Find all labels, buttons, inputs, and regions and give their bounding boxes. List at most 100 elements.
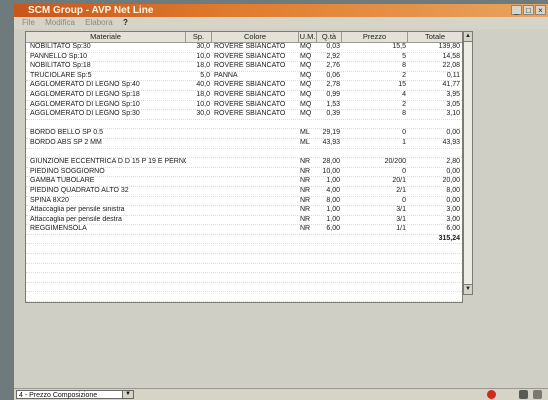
maximize-button[interactable]: □ xyxy=(523,5,534,15)
table-row[interactable]: SPINA 8X20 NR 8,00 0 0,00 xyxy=(26,197,462,207)
cell-totale: 0,00 xyxy=(446,196,460,204)
table-row[interactable]: REGGIMENSOLA NR 6,00 1/1 6,00 xyxy=(26,225,462,235)
cell-totale: 41,77 xyxy=(442,81,460,89)
menu-elabora[interactable]: Elabora xyxy=(85,18,113,27)
window-controls: _ □ × xyxy=(511,5,546,15)
grand-total-value: 315,24 xyxy=(438,234,460,242)
cell-um: MQ xyxy=(300,62,312,70)
chevron-down-icon[interactable]: ▼ xyxy=(122,391,133,398)
material-grid: Materiale Sp. Colore U.M. Q.tà Prezzo To… xyxy=(25,31,463,303)
empty-row[interactable] xyxy=(26,264,462,274)
cell-colore: ROVERE SBIANCATO xyxy=(214,43,286,50)
table-row[interactable]: Attaccaglia per pensile sinistra NR 1,00 3/… xyxy=(26,206,462,216)
cell-prezzo: 1 xyxy=(402,138,406,146)
menu-file[interactable]: File xyxy=(22,18,35,27)
table-row[interactable]: GIUNZIONE ECCENTRICA D D 15 P 19 E PERNO… xyxy=(26,158,462,168)
table-row[interactable] xyxy=(26,120,462,130)
cell-prezzo: 15 xyxy=(398,81,406,89)
cell-qta: 8,00 xyxy=(326,196,340,204)
cell-materiale: BORDO ABS SP 2 MM xyxy=(30,138,102,146)
save-icon[interactable] xyxy=(519,390,528,399)
cell-prezzo: 0 xyxy=(402,167,406,175)
scroll-up-arrow-icon[interactable]: ▲ xyxy=(464,32,472,42)
empty-row[interactable] xyxy=(26,254,462,264)
empty-row[interactable] xyxy=(26,244,462,255)
cell-prezzo: 2 xyxy=(402,71,406,79)
grid-header: Materiale Sp. Colore U.M. Q.tà Prezzo To… xyxy=(26,32,462,43)
cell-totale: 3,05 xyxy=(446,100,460,108)
cell-materiale: Attaccaglia per pensile sinistra xyxy=(30,206,125,214)
header-sp[interactable]: Sp. xyxy=(186,32,212,42)
print-icon[interactable] xyxy=(533,390,542,399)
cell-colore: ROVERE SBIANCATO xyxy=(214,110,286,118)
cell-totale: 6,00 xyxy=(446,225,460,233)
cell-totale: 22,08 xyxy=(442,62,460,70)
table-row[interactable]: NOBILITATO Sp:30 30,0 ROVERE SBIANCATO MQ 0,… xyxy=(26,43,462,53)
table-row[interactable]: Attaccaglia per pensile destra NR 1,00 3/1 3… xyxy=(26,216,462,226)
cell-colore: ROVERE SBIANCATO xyxy=(214,100,286,108)
cell-totale: 3,95 xyxy=(446,90,460,98)
cell-qta: 4,00 xyxy=(326,186,340,194)
empty-row[interactable] xyxy=(26,283,462,293)
cell-prezzo: 5 xyxy=(402,52,406,60)
window-title: SCM Group - AVP Net Line xyxy=(28,5,154,16)
menu-modifica[interactable]: Modifica xyxy=(45,18,75,27)
red-status-icon[interactable] xyxy=(487,390,496,399)
cell-colore: ROVERE SBIANCATO xyxy=(214,90,286,98)
table-row[interactable]: PIEDINO QUADRATO ALTO 32 NR 4,00 2/1 8,00 xyxy=(26,187,462,197)
cell-sp: 18,0 xyxy=(196,62,210,70)
table-row[interactable]: BORDO ABS SP 2 MM ML 43,93 1 43,93 xyxy=(26,139,462,149)
cell-totale: 14,58 xyxy=(442,52,460,60)
status-bar: 4 - Prezzo Composizione ▼ xyxy=(14,388,548,400)
table-row[interactable]: NOBILITATO Sp:18 18,0 ROVERE SBIANCATO MQ 2,… xyxy=(26,62,462,72)
empty-row[interactable] xyxy=(26,302,462,303)
table-row[interactable]: AGGLOMERATO DI LEGNO Sp:40 40,0 ROVERE SBI… xyxy=(26,81,462,91)
header-prezzo[interactable]: Prezzo xyxy=(342,32,408,42)
cell-sp: 30,0 xyxy=(196,110,210,118)
cell-materiale: PANNELLO Sp:10 xyxy=(30,52,88,60)
view-select[interactable]: 4 - Prezzo Composizione ▼ xyxy=(16,390,134,399)
menu-help[interactable]: ? xyxy=(123,18,128,27)
cell-totale: 0,00 xyxy=(446,167,460,175)
table-row[interactable]: GAMBA TUBOLARE NR 1,00 20/1 20,00 xyxy=(26,177,462,187)
cell-prezzo: 1/1 xyxy=(396,225,406,233)
table-row[interactable]: AGGLOMERATO DI LEGNO Sp:18 18,0 ROVERE SBI… xyxy=(26,91,462,101)
header-totale[interactable]: Totale xyxy=(408,32,462,42)
vertical-scrollbar[interactable]: ▲ ▼ xyxy=(463,31,473,295)
table-row[interactable]: AGGLOMERATO DI LEGNO Sp:30 30,0 ROVERE SBI… xyxy=(26,110,462,120)
cell-prezzo: 4 xyxy=(402,90,406,98)
cell-qta: 28,00 xyxy=(322,158,340,166)
header-materiale[interactable]: Materiale xyxy=(26,32,186,42)
cell-totale: 3,00 xyxy=(446,215,460,223)
table-row[interactable]: PIEDINO SOGGIORNO NR 10,00 0 0,00 xyxy=(26,168,462,178)
cell-qta: 2,78 xyxy=(326,81,340,89)
grand-total-row: 315,24 xyxy=(26,235,462,245)
cell-um: NR xyxy=(300,215,311,223)
table-row[interactable]: PANNELLO Sp:10 10,0 ROVERE SBIANCATO MQ 2,92… xyxy=(26,53,462,63)
header-um[interactable]: U.M. xyxy=(299,32,317,42)
cell-qta: 1,53 xyxy=(326,100,340,108)
cell-materiale: AGGLOMERATO DI LEGNO Sp:18 xyxy=(30,90,140,98)
cell-um: ML xyxy=(300,129,310,137)
cell-colore: ROVERE SBIANCATO xyxy=(214,81,286,89)
close-button[interactable]: × xyxy=(535,5,546,15)
cell-materiale: AGGLOMERATO DI LEGNO Sp:30 xyxy=(30,110,140,118)
minimize-button[interactable]: _ xyxy=(511,5,522,15)
scroll-down-arrow-icon[interactable]: ▼ xyxy=(464,284,472,294)
cell-totale: 0,00 xyxy=(446,129,460,137)
cell-materiale: PIEDINO SOGGIORNO xyxy=(30,167,105,175)
table-row[interactable]: AGGLOMERATO DI LEGNO Sp:10 10,0 ROVERE SBI… xyxy=(26,101,462,111)
cell-um: NR xyxy=(300,158,311,166)
table-row[interactable]: TRUCIOLARE Sp:5 5,0 PANNA MQ 0,06 2 0,11 xyxy=(26,72,462,82)
empty-row[interactable] xyxy=(26,273,462,283)
cell-prezzo: 3/1 xyxy=(396,206,406,214)
cell-um: NR xyxy=(300,206,311,214)
empty-row[interactable] xyxy=(26,292,462,302)
table-row[interactable] xyxy=(26,149,462,159)
table-row[interactable]: BORDO BELLO SP 0.5 ML 29,19 0 0,00 xyxy=(26,129,462,139)
header-colore[interactable]: Colore xyxy=(212,32,299,42)
header-qta[interactable]: Q.tà xyxy=(317,32,342,42)
cell-prezzo: 15,5 xyxy=(392,43,406,50)
cell-um: MQ xyxy=(300,100,312,108)
cell-um: MQ xyxy=(300,81,312,89)
